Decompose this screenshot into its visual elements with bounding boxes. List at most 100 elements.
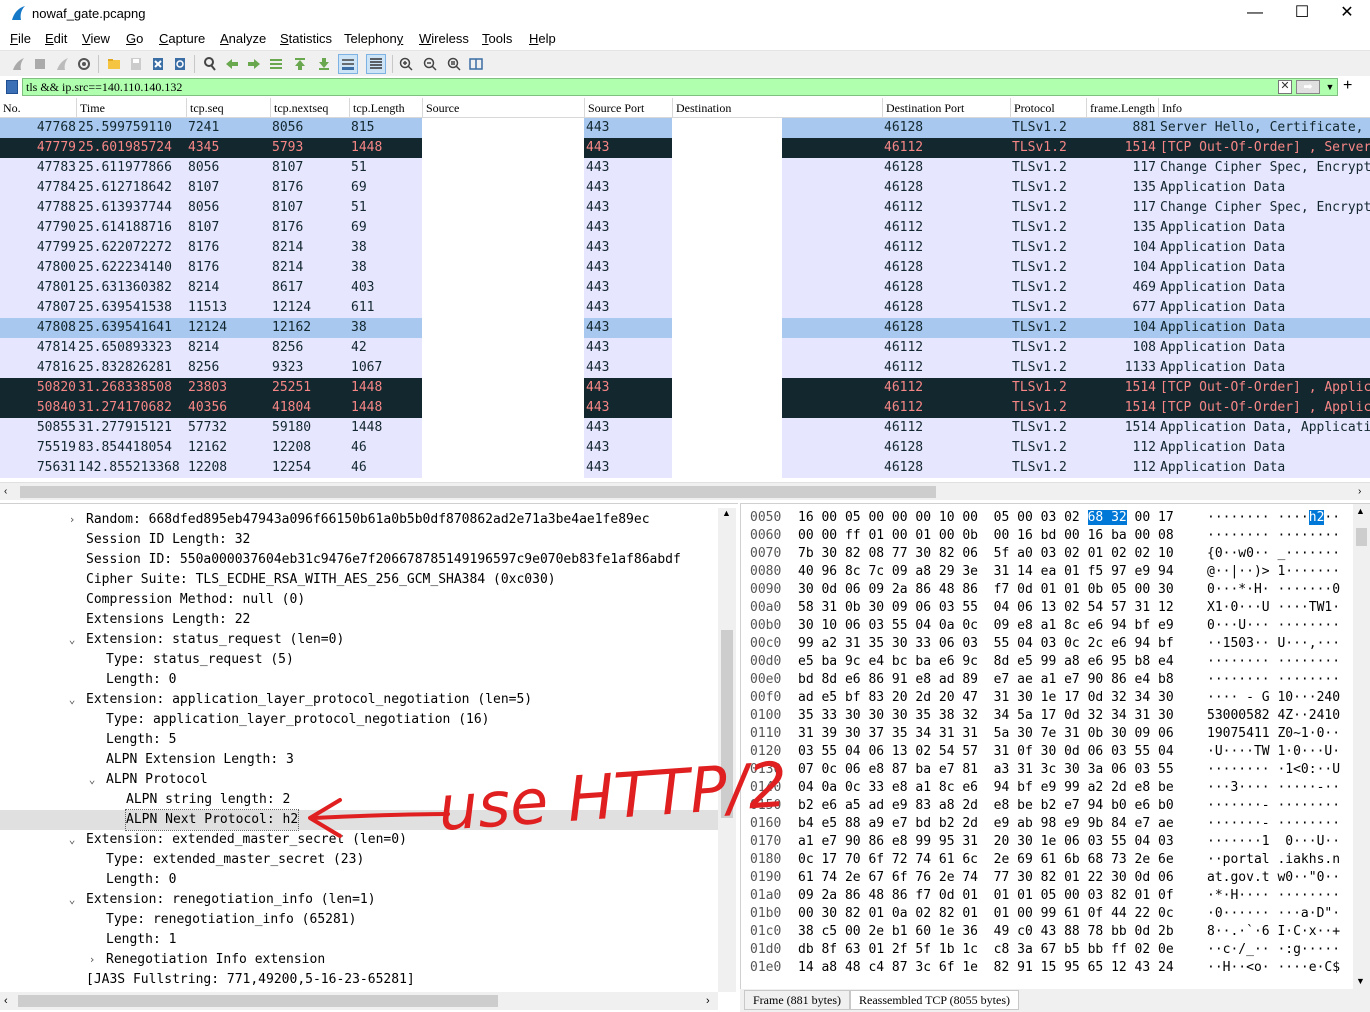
detail-tree-item[interactable]: ⌄ Extension: renegotiation_info (len=1) (0, 890, 718, 910)
capture-options-icon[interactable] (74, 54, 94, 74)
packet-row[interactable]: 75631 142.855213368 12208 12254 46 443 46128 TL… (0, 458, 1370, 478)
packet-row[interactable]: 50820 31.268338508 23803 25251 1448 443 46112 T… (0, 378, 1370, 398)
detail-tree-item[interactable]: ⌄ Extension: status_request (len=0) (0, 630, 718, 650)
packet-row[interactable]: 47790 25.614188716 8107 8176 69 443 46112 TLSv1… (0, 218, 1370, 238)
scroll-up-icon[interactable]: ▲ (1356, 506, 1365, 516)
packet-row[interactable]: 47816 25.832826281 8256 9323 1067 443 46112 TLS… (0, 358, 1370, 378)
packet-row[interactable]: 47788 25.613937744 8056 8107 51 443 46112 TLSv1… (0, 198, 1370, 218)
packet-row[interactable]: 47784 25.612718642 8107 8176 69 443 46128 TLSv1… (0, 178, 1370, 198)
first-packet-icon[interactable] (290, 54, 310, 74)
menu-go[interactable]: Go (126, 31, 143, 46)
packet-row[interactable]: 47807 25.639541538 11513 12124 611 443 46128 TL… (0, 298, 1370, 318)
detail-tree-item[interactable]: Session ID: 550a000037604eb31c9476e7f206… (0, 550, 718, 570)
menu-file[interactable]: File (10, 31, 31, 46)
detail-tree-item[interactable]: Length: 1 (0, 930, 718, 950)
scrollbar-thumb[interactable] (1356, 528, 1367, 546)
details-horizontal-scrollbar[interactable]: ‹ › (0, 992, 718, 1010)
packet-list-horizontal-scrollbar[interactable]: ‹ › (0, 482, 1370, 500)
detail-tree-item[interactable]: ⌄ Extension: application_layer_protocol_n… (0, 690, 718, 710)
col-header-tcp-nextseq[interactable]: tcp.nextseq (270, 98, 349, 118)
menu-telephony[interactable]: Telephony (344, 31, 403, 46)
auto-scroll-icon[interactable] (338, 54, 358, 74)
detail-tree-item[interactable]: [JA3S Fullstring: 771,49200,5-16-23-6528… (0, 970, 718, 990)
last-packet-icon[interactable] (314, 54, 334, 74)
close-file-icon[interactable] (148, 54, 168, 74)
tab-frame-bytes[interactable]: Frame (881 bytes) (744, 990, 850, 1010)
detail-tree-item[interactable]: Session ID Length: 32 (0, 530, 718, 550)
scrollbar-thumb[interactable] (20, 486, 936, 498)
col-header-no[interactable]: No. (0, 98, 76, 118)
save-file-icon[interactable] (126, 54, 146, 74)
maximize-button[interactable]: ☐ (1279, 0, 1325, 28)
apply-filter-icon[interactable]: ➡ (1296, 80, 1320, 94)
chevron-down-icon[interactable]: ▼ (1324, 80, 1336, 94)
col-header-tcp-seq[interactable]: tcp.seq (186, 98, 270, 118)
packet-row[interactable]: 47799 25.622072272 8176 8214 38 443 46112 TLSv1… (0, 238, 1370, 258)
display-filter-input[interactable]: tls && ip.src==140.110.140.132 (22, 78, 1338, 96)
bytes-vertical-scrollbar[interactable]: ▲ ▼ (1353, 504, 1370, 990)
start-capture-icon[interactable] (8, 54, 28, 74)
detail-tree-item[interactable]: Cipher Suite: TLS_ECDHE_RSA_WITH_AES_256… (0, 570, 718, 590)
menu-help[interactable]: Help (529, 31, 556, 46)
scrollbar-thumb[interactable] (18, 995, 498, 1007)
packet-row[interactable]: 47779 25.601985724 4345 5793 1448 443 46112 TLS… (0, 138, 1370, 158)
chevron-down-icon[interactable]: ⌄ (66, 830, 78, 850)
chevron-right-icon[interactable]: › (66, 510, 78, 530)
scroll-left-icon[interactable]: ‹ (4, 992, 8, 1010)
menu-wireless[interactable]: Wireless (419, 31, 469, 46)
find-packet-icon[interactable] (200, 54, 220, 74)
col-header-info[interactable]: Info (1158, 98, 1370, 118)
scroll-right-icon[interactable]: › (706, 992, 710, 1010)
go-forward-icon[interactable] (244, 54, 264, 74)
go-back-icon[interactable] (222, 54, 242, 74)
close-button[interactable]: ✕ (1324, 0, 1370, 28)
bookmark-icon[interactable] (6, 80, 18, 94)
add-filter-button-icon[interactable]: + (1343, 77, 1352, 95)
chevron-down-icon[interactable]: ⌄ (86, 770, 98, 790)
scroll-down-icon[interactable]: ▼ (1356, 976, 1365, 986)
packet-row[interactable]: 50855 31.277915121 57732 59180 1448 443 46112 T… (0, 418, 1370, 438)
col-header-source[interactable]: Source (422, 98, 584, 118)
zoom-out-icon[interactable] (420, 54, 440, 74)
go-to-packet-icon[interactable] (266, 54, 286, 74)
menu-tools[interactable]: Tools (482, 31, 512, 46)
zoom-in-icon[interactable] (396, 54, 416, 74)
colorize-icon[interactable] (366, 54, 386, 74)
col-header-frame-length[interactable]: frame.Length (1086, 98, 1158, 118)
restart-capture-icon[interactable] (52, 54, 72, 74)
packet-row[interactable]: 47808 25.639541641 12124 12162 38 443 46128 TLS… (0, 318, 1370, 338)
detail-tree-item[interactable]: Type: application_layer_protocol_negotia… (0, 710, 718, 730)
col-header-protocol[interactable]: Protocol (1010, 98, 1086, 118)
scroll-left-icon[interactable]: ‹ (4, 483, 7, 500)
chevron-down-icon[interactable]: ⌄ (66, 630, 78, 650)
scroll-right-icon[interactable]: › (1358, 483, 1361, 500)
normal-size-icon[interactable] (444, 54, 464, 74)
packet-row[interactable]: 47814 25.650893323 8214 8256 42 443 46112 TLSv1… (0, 338, 1370, 358)
scroll-up-icon[interactable]: ▲ (722, 508, 731, 518)
detail-tree-item[interactable]: Length: 0 (0, 870, 718, 890)
menu-edit[interactable]: Edit (45, 31, 67, 46)
packet-row[interactable]: 50840 31.274170682 40356 41804 1448 443 46112 T… (0, 398, 1370, 418)
packet-row[interactable]: 47768 25.599759110 7241 8056 815 443 46128 TLSv… (0, 118, 1370, 138)
menu-analyze[interactable]: Analyze (220, 31, 266, 46)
detail-tree-item[interactable]: Type: status_request (5) (0, 650, 718, 670)
menu-statistics[interactable]: Statistics (280, 31, 332, 46)
minimize-button[interactable]: — (1232, 0, 1278, 28)
menu-view[interactable]: View (82, 31, 110, 46)
clear-filter-icon[interactable]: ✕ (1278, 80, 1292, 94)
detail-tree-item[interactable]: Compression Method: null (0) (0, 590, 718, 610)
col-header-tcp-length[interactable]: tcp.Length (349, 98, 422, 118)
detail-tree-item[interactable]: › Random: 668dfed895eb47943a096f66150b61a… (0, 510, 718, 530)
resize-columns-icon[interactable] (466, 54, 486, 74)
col-header-destination[interactable]: Destination (672, 98, 882, 118)
packet-row[interactable]: 75519 83.854418054 12162 12208 46 443 46128 TLS… (0, 438, 1370, 458)
chevron-right-icon[interactable]: › (86, 950, 98, 970)
detail-tree-item[interactable]: › Renegotiation Info extension (0, 950, 718, 970)
open-file-icon[interactable] (104, 54, 124, 74)
tab-reassembled-tcp[interactable]: Reassembled TCP (8055 bytes) (850, 990, 1019, 1010)
detail-tree-item[interactable]: Length: 0 (0, 670, 718, 690)
chevron-down-icon[interactable]: ⌄ (66, 890, 78, 910)
chevron-down-icon[interactable]: ⌄ (66, 690, 78, 710)
col-header-time[interactable]: Time (76, 98, 186, 118)
detail-tree-item[interactable]: Type: renegotiation_info (65281) (0, 910, 718, 930)
